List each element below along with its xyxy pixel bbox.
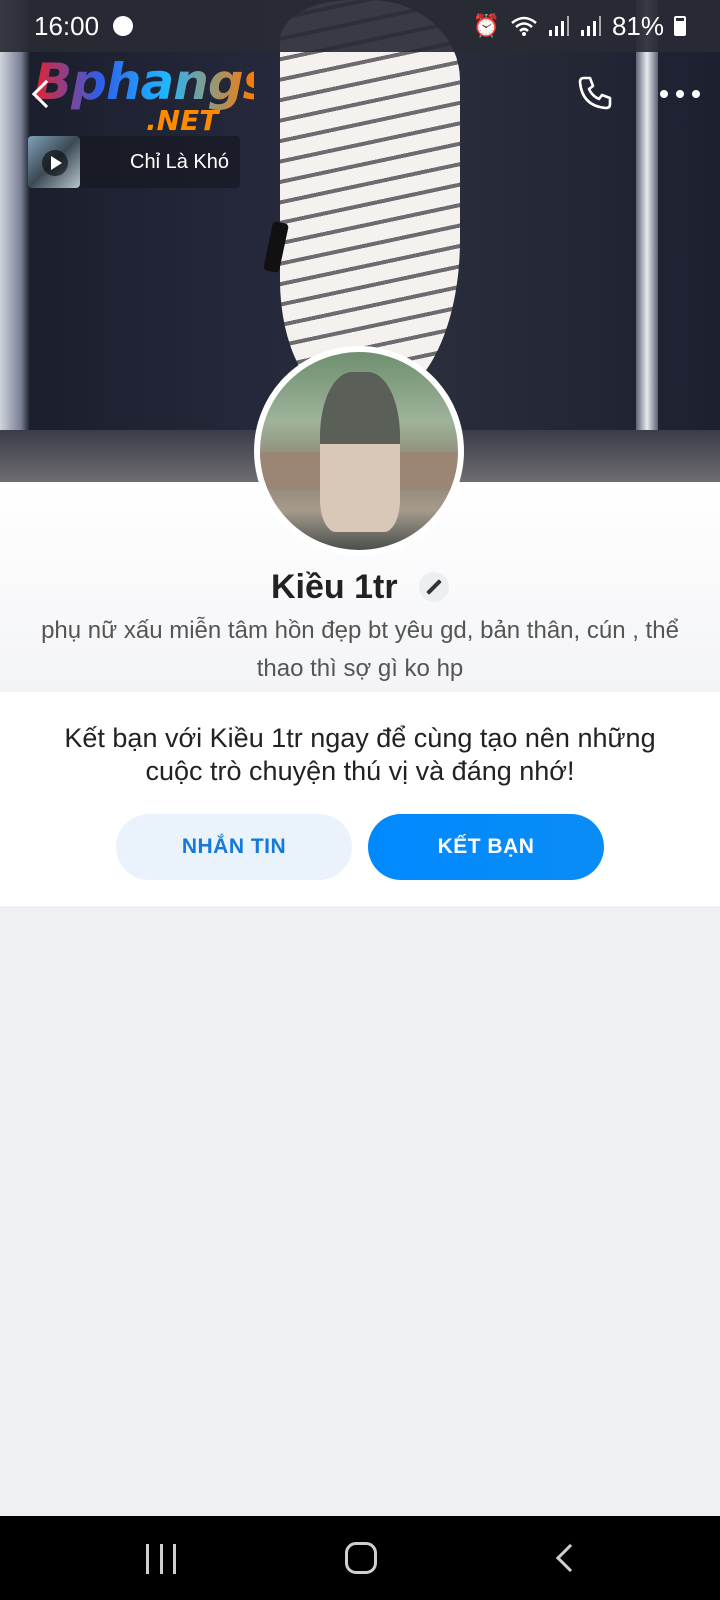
add-friend-prompt: Kết bạn với Kiều 1tr ngay để cùng tạo nê… [64,723,656,786]
cover-light-right [636,0,658,482]
signal-icon [580,16,601,36]
music-title: Chỉ Là Khó [130,150,229,173]
watermark-logo-suffix: .NET [146,104,219,137]
watermark-logo-name: Bphangs [34,53,272,111]
phone-icon[interactable] [574,72,616,114]
status-icons: ⏰ 81% [473,11,686,42]
battery-icon [674,16,686,36]
battery-percent: 81% [611,10,664,41]
status-time: 16:00 [34,10,100,41]
home-icon[interactable] [345,1542,377,1574]
music-thumbnail [28,136,80,188]
add-friend-card: Kết bạn với Kiều 1tr ngay để cùng tạo nê… [0,692,720,906]
watermark-logo: Bphangs .NET [34,53,272,137]
more-dot [660,90,668,98]
profile-music[interactable]: Chỉ Là Khó [28,136,240,188]
profile-name-text: Kiều 1tr [270,567,398,606]
more-icon[interactable] [660,84,700,104]
profile-name: Kiều 1tr [0,566,720,607]
more-dot [676,90,684,98]
status-bar: 16:00 ⏰ 81% [0,0,720,52]
add-friend-button[interactable]: KẾT BẠN [368,814,604,880]
recents-icon[interactable] [146,1544,176,1574]
cover-figure [280,0,460,400]
play-icon[interactable] [42,150,68,176]
cover-light-left [0,0,30,482]
message-button[interactable]: NHẮN TIN [116,814,352,880]
profile-bio: phụ nữ xấu miễn tâm hồn đẹp bt yêu gd, b… [41,617,679,682]
edit-icon[interactable] [419,572,450,603]
avatar[interactable] [254,346,464,556]
avatar-person [320,372,400,532]
more-dot [692,90,700,98]
system-nav-bar [0,1516,720,1600]
notification-dot-icon [113,16,134,36]
wifi-icon [511,16,537,36]
alarm-icon: ⏰ [472,13,500,38]
back-icon[interactable] [555,1543,585,1573]
signal-icon [548,16,569,36]
